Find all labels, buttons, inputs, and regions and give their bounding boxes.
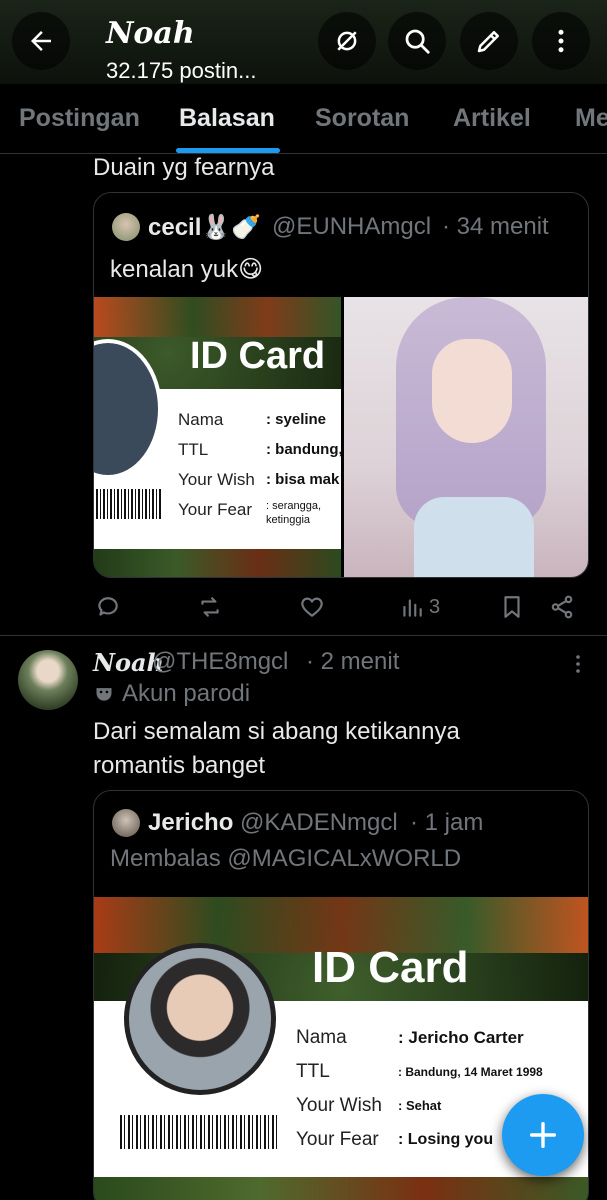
post-more-button[interactable]: [566, 652, 590, 681]
tab-artikel[interactable]: Artikel: [453, 104, 531, 133]
post-text: Duain yg fearnya: [93, 154, 275, 181]
id-value-nama: : syeline: [266, 411, 327, 428]
photo-image[interactable]: [344, 297, 588, 577]
search-button[interactable]: [388, 12, 446, 70]
back-button[interactable]: [12, 12, 70, 70]
quoted-time: · 1 jam: [410, 809, 484, 836]
reply-to-text: Membalas @MAGICALxWORLD: [110, 845, 462, 872]
id-value-ttl: : Bandung, 14 Maret 1998: [398, 1065, 543, 1079]
id-value-ttl: : bandung,: [266, 441, 341, 458]
tab-sorotan[interactable]: Sorotan: [315, 104, 409, 133]
compose-button[interactable]: [502, 1094, 584, 1176]
tab-media[interactable]: Me: [575, 104, 607, 133]
tab-postingan[interactable]: Postingan: [19, 104, 140, 133]
quoted-author-handle: @KADENmgcl: [240, 809, 398, 836]
more-vertical-icon: [576, 655, 580, 673]
id-card-image[interactable]: ID Card Nama TTL Your Wish Your Fear : s…: [94, 297, 341, 577]
face-shape: [432, 339, 512, 443]
foliage-decoration: [94, 1177, 588, 1200]
like-button[interactable]: [299, 594, 325, 620]
bookmark-icon: [504, 596, 520, 618]
post-count: 32.175 postin...: [106, 58, 257, 83]
quoted-author-name: Jericho: [148, 809, 234, 836]
quoted-text: kenalan yuk😋: [110, 256, 264, 283]
profile-header: Noah 32.175 postin...: [0, 0, 607, 84]
parody-badge: Akun parodi: [122, 680, 251, 707]
foliage-decoration: [94, 297, 341, 337]
bookmark-button[interactable]: [499, 594, 525, 620]
id-value-wish: : bisa mak: [266, 471, 340, 488]
arrow-left-icon: [31, 31, 51, 51]
quoted-author-name: cecil🐰🍼: [148, 214, 262, 241]
reply-icon: [98, 597, 118, 616]
grok-button[interactable]: [318, 12, 376, 70]
profile-name: Noah: [106, 16, 195, 51]
post-time: · 2 menit: [306, 648, 400, 675]
repost-icon: [201, 597, 219, 617]
post-author-handle[interactable]: @THE8mgcl: [152, 648, 288, 676]
active-tab-indicator: [176, 148, 280, 153]
more-button[interactable]: [532, 12, 590, 70]
id-card-photo: [124, 943, 276, 1095]
id-value-fear: : serangga, ketinggia: [266, 500, 322, 526]
id-label-nama: Nama: [178, 410, 224, 429]
views-button[interactable]: 3: [399, 594, 440, 620]
heart-icon: [301, 597, 323, 617]
id-card-title: ID Card: [312, 943, 469, 992]
views-icon: [403, 599, 422, 617]
divider: [0, 635, 607, 636]
parody-mask-icon: [94, 684, 114, 709]
id-label-wish: Your Wish: [178, 470, 255, 489]
id-label-ttl: TTL: [296, 1061, 330, 1082]
repost-button[interactable]: [197, 594, 223, 620]
author-avatar[interactable]: [18, 650, 78, 710]
profile-tabs: Postingan Balasan Sorotan Artikel Me: [0, 84, 607, 154]
id-label-fear: Your Fear: [296, 1129, 379, 1150]
barcode: [96, 489, 162, 519]
edit-button[interactable]: [460, 12, 518, 70]
post-text-line2: romantis banget: [93, 752, 266, 779]
share-icon: [551, 595, 573, 619]
quoted-time: · 34 menit: [442, 213, 549, 240]
avatar: [112, 809, 140, 837]
post-actions: 3: [93, 588, 589, 628]
plus-icon: [529, 1121, 557, 1149]
id-label-ttl: TTL: [178, 440, 209, 459]
pencil-icon: [477, 31, 499, 53]
search-icon: [405, 29, 430, 54]
tab-balasan[interactable]: Balasan: [179, 104, 275, 133]
reply-button[interactable]: [95, 594, 121, 620]
id-label-fear: Your Fear: [178, 500, 253, 519]
more-vertical-icon: [558, 29, 564, 53]
id-label-wish: Your Wish: [296, 1095, 382, 1116]
quoted-author-handle: @EUNHAmgcl: [272, 213, 432, 240]
views-count: 3: [429, 595, 441, 618]
id-card-title: ID Card: [190, 335, 326, 377]
id-value-nama: : Jericho Carter: [398, 1028, 524, 1047]
foliage-decoration: [94, 549, 341, 577]
barcode: [120, 1115, 280, 1149]
avatar: [112, 213, 140, 241]
top-shape: [414, 497, 534, 577]
quoted-post[interactable]: cecil🐰🍼 @EUNHAmgcl · 34 menit kenalan yu…: [93, 192, 589, 578]
share-button[interactable]: [549, 594, 575, 620]
id-label-nama: Nama: [296, 1027, 347, 1048]
grok-icon: [337, 31, 357, 51]
post-text-line1: Dari semalam si abang ketikannya: [93, 718, 460, 745]
